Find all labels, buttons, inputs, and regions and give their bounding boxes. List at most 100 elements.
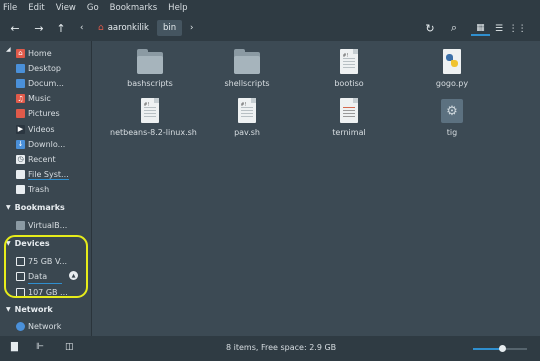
- documents-icon: [16, 78, 25, 88]
- text-file-icon: [336, 98, 362, 124]
- file-view[interactable]: bashscripts shellscripts #! bootiso gogo…: [93, 41, 540, 336]
- drive-icon: [16, 170, 25, 180]
- breadcrumb-current[interactable]: bin: [157, 20, 183, 36]
- folder-icon: [234, 49, 260, 75]
- menu-go[interactable]: Go: [87, 3, 99, 13]
- back-arrow-icon[interactable]: ←: [7, 20, 23, 36]
- home-icon: ⌂: [16, 48, 25, 58]
- pictures-icon: [16, 109, 25, 119]
- recent-icon: ◷: [16, 154, 25, 164]
- sidebar-item-label: Pictures: [28, 109, 60, 119]
- sidebar-item-recent[interactable]: ◷ Recent: [16, 153, 56, 165]
- status-text: 8 items, Free space: 2.9 GB: [226, 343, 337, 352]
- sidebar-item-label: Videos: [28, 124, 55, 134]
- collapse-triangle-icon: ▼: [6, 305, 11, 313]
- sidebar-item-docum[interactable]: Docum...: [16, 77, 64, 89]
- zoom-slider-handle[interactable]: [499, 345, 507, 352]
- folder-icon: [137, 49, 163, 75]
- sidebar-item-label: Home: [28, 48, 52, 58]
- sidebar-item-label: Docum...: [28, 78, 64, 88]
- sidebar-item-virtualbox[interactable]: VirtualB...: [16, 219, 67, 231]
- trash-icon: [16, 185, 25, 195]
- view-mode-group: ▦ ☰ ⋮⋮: [471, 21, 527, 36]
- menu-view[interactable]: View: [56, 3, 76, 13]
- sidebar-item-network[interactable]: Network: [16, 320, 61, 332]
- file-label: bootiso: [334, 79, 364, 88]
- breadcrumb-home-label: aaronkilik: [107, 23, 149, 33]
- menu-edit[interactable]: Edit: [28, 3, 44, 13]
- script-file-icon: #!: [234, 98, 260, 124]
- file-item-gogo-py[interactable]: gogo.py: [412, 49, 492, 88]
- file-label: ternimal: [332, 128, 366, 137]
- reload-icon[interactable]: ↻: [422, 20, 438, 36]
- zoom-slider[interactable]: [473, 345, 527, 352]
- compact-view-icon[interactable]: ⋮⋮: [508, 21, 527, 36]
- sidebar-item-file-syst[interactable]: File Syst...: [16, 169, 69, 181]
- sidebar-item-label: VirtualB...: [28, 220, 68, 230]
- forward-arrow-icon[interactable]: →: [31, 20, 47, 36]
- toolbar: ← → ↑ ‹ ⌂ aaronkilik bin › ↻ ⌕ ▦ ☰ ⋮⋮: [0, 15, 540, 41]
- sidebar-bookmarks-title: Bookmarks: [14, 202, 65, 212]
- collapse-triangle-icon: ▼: [6, 203, 11, 211]
- sidebar-item-label: Trash: [28, 185, 50, 195]
- menubar: File Edit View Go Bookmarks Help: [0, 0, 540, 15]
- music-icon: ♫: [16, 94, 25, 104]
- sidebar-item-trash[interactable]: Trash: [16, 184, 49, 196]
- folder-icon: [16, 220, 25, 230]
- script-file-icon: #!: [137, 98, 163, 124]
- file-label: gogo.py: [435, 79, 469, 88]
- devices-highlight-annotation: [4, 235, 88, 298]
- list-view-icon[interactable]: ☰: [490, 21, 509, 36]
- menu-help[interactable]: Help: [168, 3, 187, 13]
- file-item-ternimal[interactable]: ternimal: [309, 98, 389, 137]
- tree-panel-icon[interactable]: ⊩: [36, 342, 44, 352]
- sidebar-item-label: Music: [28, 94, 51, 104]
- file-label: tig: [446, 128, 458, 137]
- breadcrumb-prev-icon[interactable]: ‹: [80, 20, 83, 36]
- collapse-triangle-icon: ◢: [6, 45, 11, 53]
- desktop-icon: [16, 63, 25, 73]
- up-arrow-icon[interactable]: ↑: [53, 20, 69, 36]
- file-label: netbeans-8.2-linux.sh: [110, 128, 197, 137]
- sidebar-item-label: Recent: [28, 154, 56, 164]
- sidebar-item-downlo[interactable]: ↓ Downlo...: [16, 138, 65, 150]
- file-item-netbeans[interactable]: #! netbeans-8.2-linux.sh: [110, 98, 197, 137]
- file-label: shellscripts: [224, 79, 270, 88]
- toggle-sidebar-icon[interactable]: ◫: [65, 342, 74, 352]
- file-label: pav.sh: [234, 128, 260, 137]
- sidebar: ◢ ⌂ Home Desktop Docum... ♫ Music Pictures ▶ Vid…: [0, 41, 92, 336]
- network-globe-icon: [16, 321, 25, 331]
- script-file-icon: #!: [336, 49, 362, 75]
- sidebar-item-label: Network: [28, 321, 62, 331]
- binary-gear-icon: ⚙: [439, 98, 465, 124]
- python-file-icon: [439, 49, 465, 75]
- menu-bookmarks[interactable]: Bookmarks: [110, 3, 158, 13]
- file-item-bootiso[interactable]: #! bootiso: [309, 49, 389, 88]
- menu-file[interactable]: File: [3, 3, 17, 13]
- sidebar-network-header[interactable]: ▼ Network: [6, 303, 53, 315]
- sidebar-item-music[interactable]: ♫ Music: [16, 93, 51, 105]
- sidebar-places-header[interactable]: ◢: [6, 43, 15, 55]
- breadcrumb-next-icon[interactable]: ›: [190, 20, 193, 36]
- breadcrumb-home[interactable]: ⌂ aaronkilik: [98, 20, 149, 36]
- sidebar-item-label: File Syst...: [28, 169, 69, 180]
- sidebar-item-label: Downlo...: [28, 139, 66, 149]
- home-icon: ⌂: [98, 23, 104, 33]
- file-item-bashscripts[interactable]: bashscripts: [110, 49, 190, 88]
- sidebar-item-pictures[interactable]: Pictures: [16, 108, 60, 120]
- file-item-tig[interactable]: ⚙ tig: [412, 98, 492, 137]
- icon-view-icon[interactable]: ▦: [471, 21, 490, 36]
- sidebar-item-label: Desktop: [28, 63, 61, 73]
- sidebar-item-videos[interactable]: ▶ Videos: [16, 123, 55, 135]
- search-icon[interactable]: ⌕: [446, 20, 462, 36]
- sidebar-bookmarks-header[interactable]: ▼ Bookmarks: [6, 201, 65, 213]
- places-panel-icon[interactable]: ▇: [11, 342, 18, 352]
- downloads-icon: ↓: [16, 139, 25, 149]
- statusbar: ▇ ⊩ ◫ 8 items, Free space: 2.9 GB: [0, 336, 540, 361]
- file-item-pav-sh[interactable]: #! pav.sh: [207, 98, 287, 137]
- file-item-shellscripts[interactable]: shellscripts: [207, 49, 287, 88]
- sidebar-item-desktop[interactable]: Desktop: [16, 62, 61, 74]
- sidebar-network-title: Network: [14, 304, 53, 314]
- file-label: bashscripts: [127, 79, 173, 88]
- sidebar-item-home[interactable]: ⌂ Home: [16, 47, 52, 59]
